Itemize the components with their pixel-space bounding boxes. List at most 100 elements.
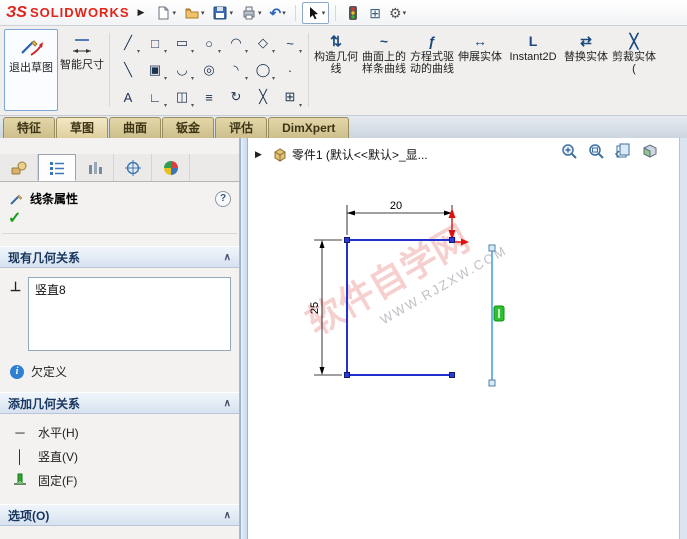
sketch-tool-linear-pattern[interactable]: ⊞ [277,84,303,110]
sketch-tool-tangent-arc[interactable]: ◝ [223,57,249,83]
sketch-tool-circle[interactable]: ○ [196,30,222,56]
smart-dimension-button[interactable]: 智能尺寸 [58,29,106,111]
tab-evaluate[interactable]: 评估 [215,117,268,138]
add-relation-fix[interactable]: 固定(F) [6,468,233,492]
undo-icon: ↶ [269,4,282,21]
trim-entities-button[interactable]: ╳ 剪裁实体( [610,29,658,111]
add-relation-horizontal[interactable]: ─ 水平(H) [6,420,233,444]
tab-features[interactable]: 特征 [3,117,56,138]
feature-tree-overlay[interactable]: 零件1 (默认<<默认>_显... [253,146,428,163]
tab-display-manager[interactable] [152,154,190,181]
sketch-tool-polygon[interactable]: ◇ [250,30,276,56]
smart-dimension-label: 智能尺寸 [60,59,104,71]
select-tool-button[interactable] [301,1,330,24]
sketch-tool-point[interactable]: · [277,57,303,83]
open-button[interactable] [181,2,208,24]
sketch-tool-convert[interactable]: ↻ [223,84,249,110]
ds-logo-icon: ЗS [6,3,27,21]
menu-flyout-icon[interactable] [138,7,145,18]
help-icon[interactable]: ? [215,190,231,207]
replace-entities-label: 替换实体 [564,51,608,63]
tab-property-manager[interactable] [38,154,76,181]
linear-pattern-icon: ⊞ [284,89,296,104]
exit-sketch-button[interactable]: 退出草图 [4,29,58,111]
tab-feature-manager[interactable] [0,154,38,181]
tangent-arc-icon: ◝ [233,62,239,77]
status-row: i 欠定义 [0,351,239,380]
mirror-icon: ◫ [175,89,189,104]
undo-button[interactable]: ↶ [267,2,289,24]
sketch-tool-text[interactable]: A [115,84,141,110]
add-relation-vertical[interactable]: │ 竖直(V) [6,444,233,468]
toolbar-separator [294,4,296,21]
sketch-canvas[interactable]: 软件自学网 WWW.RJZXW.COM 20 25 [248,138,687,539]
add-relations-section[interactable]: 添加几何关系 [0,392,239,414]
open-folder-icon [185,8,199,18]
fillet-icon: ∟ [148,89,162,105]
chevron-down-icon [322,9,326,17]
tab-sketch[interactable]: 草图 [56,117,109,138]
sketch-entities-grid: ╱ □ ▭ ○ ◠ ◇ ~ ╲ ▣ ◡ ◎ ◝ ◯ · A ∟ ◫ ≡ ↻ ╳ … [115,30,303,110]
equation-driven-curve-button[interactable]: ƒ 方程式驱动的曲线 [408,29,456,111]
graphics-area[interactable]: 零件1 (默认<<默认>_显... 软件自学网 WWW.RJZXW.COM 20 [248,138,687,539]
dimension-width-value[interactable]: 20 [390,200,402,212]
toolbar-separator [335,4,337,21]
relations-listbox[interactable]: 竖直8 [28,277,231,351]
options-button[interactable]: ⚙ [386,2,409,24]
offset-icon: ≡ [205,89,213,105]
stretch-entities-button[interactable]: ↔ 伸展实体 [456,29,504,111]
ellipse-icon: ◯ [255,62,271,77]
sketch-tool-centerline[interactable]: ╲ [115,57,141,83]
print-button[interactable] [238,2,265,24]
new-document-button[interactable] [152,2,179,24]
sketch-tool-straight-slot[interactable]: ▭ [169,30,195,56]
instant2d-button[interactable]: L Instant2D [504,29,562,111]
relation-list-item[interactable]: 竖直8 [33,280,226,299]
chevron-down-icon [282,9,286,17]
sketch-tool-offset[interactable]: ≡ [196,84,222,110]
ok-checkmark-icon[interactable]: ✓ [8,210,21,227]
tab-sheet-metal[interactable]: 钣金 [162,117,215,138]
sketch-tool-fillet[interactable]: ∟ [142,84,168,110]
zoom-area-icon[interactable] [587,142,605,160]
previous-view-icon[interactable] [614,142,632,160]
sketch-tool-center-rectangle[interactable]: ▣ [142,57,168,83]
options-section[interactable]: 选项(O) [0,504,239,526]
display-manager-icon [163,160,178,175]
spline-on-surface-button[interactable]: ~ 曲面上的样条曲线 [360,29,408,111]
chevron-down-icon [258,9,262,17]
sketch-tool-mirror[interactable]: ◫ [169,84,195,110]
construction-geometry-button[interactable]: ⇅ 构造几何线 [312,29,360,111]
window-grid-icon: ⊞ [369,4,381,21]
tree-flyout-icon[interactable] [255,149,262,160]
options-header: 选项(O) [8,508,50,523]
interference-check-button[interactable] [342,2,364,24]
sketch-tool-ellipse[interactable]: ◯ [250,57,276,83]
save-button[interactable] [209,2,236,24]
sketch-tool-spline[interactable]: ~ [277,30,303,56]
sketch-tool-centerpoint-arc[interactable]: ◠ [223,30,249,56]
dimension-height-value[interactable]: 25 [309,302,321,314]
panel-splitter[interactable] [240,138,248,539]
window-layout-button[interactable]: ⊞ [366,2,384,24]
sketch-tool-corner-rectangle[interactable]: □ [142,30,168,56]
sketch-tool-line[interactable]: ╱ [115,30,141,56]
tab-dimxpert-manager[interactable] [114,154,152,181]
sketch-tool-trim[interactable]: ╳ [250,84,276,110]
command-manager-tabbar: 特征 草图 曲面 钣金 评估 DimXpert [0,116,687,138]
line-properties-icon [10,194,23,205]
fix-relation-label: 固定(F) [38,473,78,488]
tab-surfaces[interactable]: 曲面 [109,117,162,138]
replace-entities-button[interactable]: ⇄ 替换实体 [562,29,610,111]
printer-icon [243,6,255,19]
graphics-scrollbar[interactable] [679,138,687,539]
tab-configuration-manager[interactable] [76,154,114,181]
tab-dimxpert[interactable]: DimXpert [268,117,350,138]
sketch-tool-perimeter-circle[interactable]: ◎ [196,57,222,83]
section-view-icon[interactable] [641,142,659,160]
sketch-tool-arc-slot[interactable]: ◡ [169,57,195,83]
rectangle-icon: □ [151,35,159,51]
centerline-icon: ╲ [124,62,132,77]
existing-relations-section[interactable]: 现有几何关系 [0,246,239,268]
zoom-fit-icon[interactable] [560,142,578,160]
